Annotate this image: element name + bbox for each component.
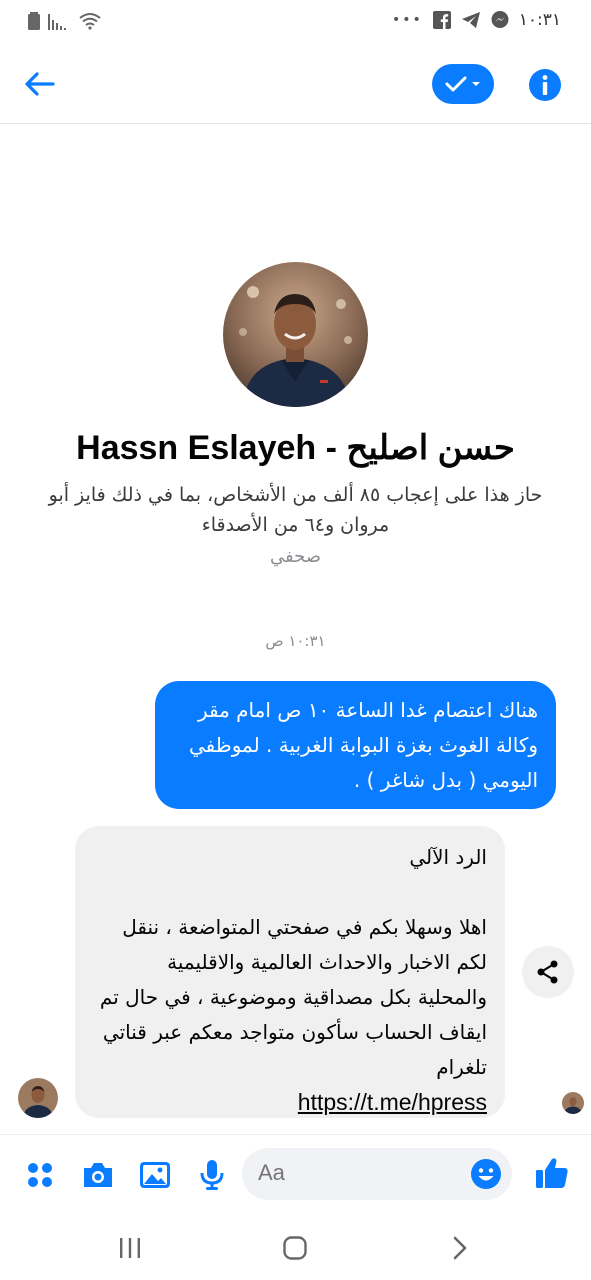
system-navbar bbox=[0, 1216, 591, 1280]
incoming-message-title: الرد الآلي bbox=[409, 845, 487, 869]
signal-icon bbox=[48, 12, 70, 30]
back-arrow-icon bbox=[25, 72, 55, 96]
thumbs-up-icon bbox=[536, 1158, 568, 1188]
status-dots: ••• bbox=[391, 12, 423, 28]
recent-apps-button[interactable] bbox=[112, 1234, 148, 1262]
conversation-header bbox=[0, 44, 591, 124]
telegram-icon bbox=[461, 11, 481, 29]
home-button[interactable] bbox=[277, 1234, 313, 1262]
camera-button[interactable] bbox=[80, 1157, 116, 1193]
outgoing-message[interactable]: هناك اعتصام غدا الساعة ١٠ ص امام مقر وكا… bbox=[155, 681, 556, 809]
battery-icon bbox=[28, 12, 40, 30]
profile-name: Hassn Eslayeh - حسن اصليح bbox=[76, 429, 515, 467]
status-right-icons: ••• ١٠:٣١ bbox=[392, 10, 561, 30]
microphone-button[interactable] bbox=[194, 1157, 230, 1193]
facebook-icon bbox=[432, 11, 451, 29]
message-input-box[interactable] bbox=[242, 1148, 512, 1200]
message-composer bbox=[0, 1134, 591, 1216]
apps-button[interactable] bbox=[22, 1157, 58, 1193]
wifi-icon bbox=[78, 12, 102, 30]
status-time: ١٠:٣١ bbox=[518, 10, 561, 30]
incoming-message[interactable]: الرد الآلي اهلا وسهلا بكم في صفحتي المتو… bbox=[75, 826, 505, 1118]
emoji-icon bbox=[471, 1159, 501, 1189]
home-icon bbox=[283, 1236, 307, 1260]
status-left-icons bbox=[28, 12, 102, 30]
message-timestamp: ١٠:٣١ ص bbox=[265, 632, 326, 650]
system-back-button[interactable] bbox=[442, 1234, 478, 1262]
outgoing-message-text: هناك اعتصام غدا الساعة ١٠ ص امام مقر وكا… bbox=[189, 698, 538, 792]
back-button[interactable] bbox=[22, 66, 58, 102]
share-icon bbox=[537, 960, 558, 984]
apps-icon bbox=[28, 1163, 52, 1187]
emoji-button[interactable] bbox=[470, 1158, 502, 1190]
info-button[interactable] bbox=[528, 68, 562, 102]
telegram-link[interactable]: https://t.me/hpress bbox=[93, 1085, 487, 1120]
info-icon bbox=[529, 69, 561, 101]
profile-likes: حاز هذا على إعجاب ٨٥ ألف من الأشخاص، بما… bbox=[48, 484, 543, 536]
recent-apps-icon bbox=[120, 1238, 140, 1258]
gallery-button[interactable] bbox=[137, 1157, 173, 1193]
incoming-message-text: اهلا وسهلا بكم في صفحتي المتواضعة ، ننقل… bbox=[99, 915, 487, 1079]
seen-avatar bbox=[562, 1092, 584, 1114]
message-input[interactable] bbox=[258, 1160, 458, 1186]
chevron-down-icon bbox=[472, 82, 480, 86]
chevron-right-icon bbox=[453, 1236, 467, 1260]
gallery-icon bbox=[140, 1162, 170, 1188]
profile-avatar[interactable] bbox=[223, 262, 368, 407]
profile-role: صحفي bbox=[269, 546, 321, 567]
status-bar: ••• ١٠:٣١ bbox=[0, 0, 591, 44]
messenger-icon bbox=[491, 11, 509, 29]
share-button[interactable] bbox=[522, 946, 574, 998]
camera-icon bbox=[84, 1163, 112, 1187]
sender-avatar[interactable] bbox=[18, 1078, 58, 1118]
microphone-icon bbox=[200, 1160, 224, 1190]
thumbs-up-button[interactable] bbox=[534, 1155, 570, 1191]
check-icon bbox=[445, 76, 467, 92]
status-check-button[interactable] bbox=[432, 64, 494, 104]
